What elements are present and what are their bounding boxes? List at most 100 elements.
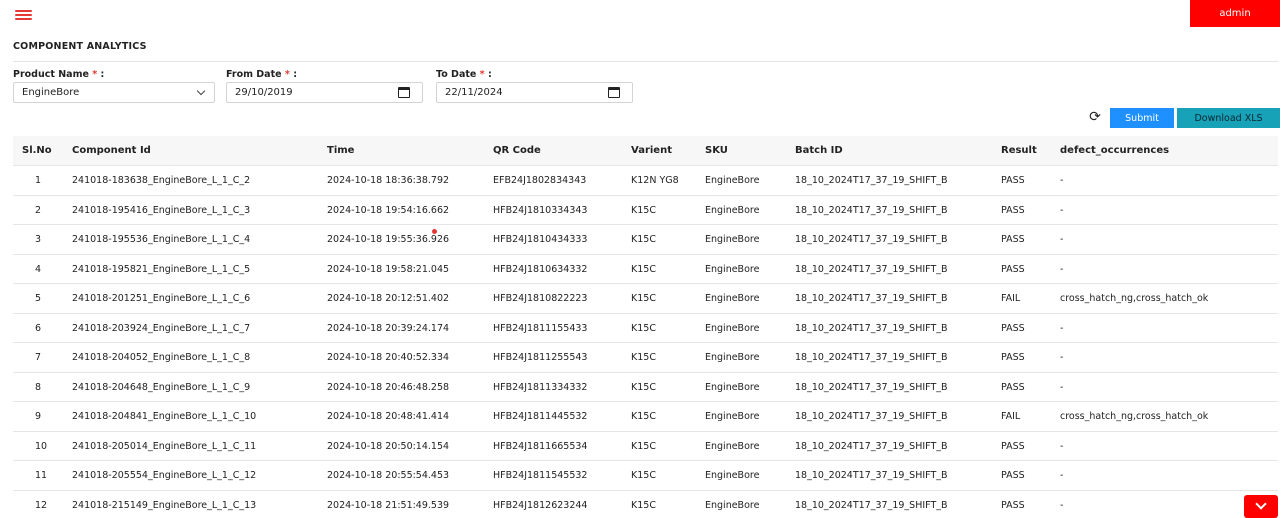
column-header-qr-code[interactable]: QR Code <box>493 136 541 166</box>
to-date-value: 22/11/2024 <box>445 87 503 98</box>
cell-time: 2024-10-18 20:46:48.258 <box>327 381 450 393</box>
cell-qr-code: HFB24J1810822223 <box>493 293 588 304</box>
column-header-defect-occurrences[interactable]: defect_occurrences <box>1060 136 1169 166</box>
cell-time: 2024-10-18 20:55:54.453 <box>327 470 450 481</box>
product-name-value: EngineBore <box>22 87 80 98</box>
from-date-input[interactable]: 29/10/2019 <box>226 82 423 103</box>
cell-sku: EngineBore <box>705 470 760 481</box>
table-row[interactable]: 12 241018-215149_EngineBore_L_1_C_13 2024-… <box>13 491 1278 518</box>
refresh-icon[interactable]: ⟳ <box>1087 109 1103 125</box>
calendar-icon[interactable] <box>608 87 620 98</box>
download-xls-button[interactable]: Download XLS <box>1177 108 1280 128</box>
scroll-down-button[interactable] <box>1244 495 1278 518</box>
product-name-select[interactable]: EngineBore <box>13 82 215 103</box>
cell-defect-occurrences: - <box>1060 175 1064 186</box>
cell-time: 2024-10-18 19:54:16.662 <box>327 204 450 216</box>
from-date-label-text: From Date <box>226 69 282 80</box>
cell-defect-occurrences: - <box>1060 440 1064 452</box>
cell-varient: K15C <box>631 322 656 334</box>
cell-time: 2024-10-18 19:55:36.926 <box>327 234 450 245</box>
cell-qr-code: HFB24J1811155433 <box>493 322 588 334</box>
cell-sku: EngineBore <box>705 234 760 245</box>
cell-varient: K15C <box>631 440 656 452</box>
cell-qr-code: HFB24J1810434333 <box>493 234 588 245</box>
cell-slno: 7 <box>35 352 42 363</box>
column-header-time[interactable]: Time <box>327 136 354 166</box>
cell-result: PASS <box>1001 352 1025 363</box>
cell-batch-id: 18_10_2024T17_37_19_SHIFT_B <box>795 440 948 452</box>
cell-defect-occurrences: - <box>1060 381 1064 393</box>
cell-result: PASS <box>1001 175 1025 186</box>
cell-batch-id: 18_10_2024T17_37_19_SHIFT_B <box>795 175 948 186</box>
table-row[interactable]: 5 241018-201251_EngineBore_L_1_C_6 2024-10… <box>13 284 1278 314</box>
cell-varient: K15C <box>631 263 656 275</box>
table-header: Sl.No Component Id Time QR Code Varient … <box>13 136 1278 166</box>
page-title: COMPONENT ANALYTICS <box>13 41 147 52</box>
column-header-sku[interactable]: SKU <box>705 136 728 166</box>
label-colon: : <box>487 69 492 80</box>
cell-sku: EngineBore <box>705 352 760 363</box>
cell-time: 2024-10-18 21:51:49.539 <box>327 499 450 511</box>
table-row[interactable]: 2 241018-195416_EngineBore_L_1_C_3 2024-10… <box>13 196 1278 225</box>
cell-batch-id: 18_10_2024T17_37_19_SHIFT_B <box>795 381 948 393</box>
cell-varient: K15C <box>631 204 656 216</box>
cell-defect-occurrences: - <box>1060 204 1064 216</box>
cell-slno: 6 <box>35 322 42 334</box>
cell-result: FAIL <box>1001 293 1021 304</box>
cell-defect-occurrences: - <box>1060 352 1064 363</box>
cell-time: 2024-10-18 19:58:21.045 <box>327 263 450 275</box>
cell-varient: K15C <box>631 470 656 481</box>
column-header-slno[interactable]: Sl.No <box>22 136 52 166</box>
cell-batch-id: 18_10_2024T17_37_19_SHIFT_B <box>795 470 948 481</box>
required-marker: * <box>284 69 290 80</box>
user-menu-button[interactable]: admin <box>1190 0 1280 27</box>
product-name-label: Product Name * : <box>13 69 104 80</box>
column-header-varient[interactable]: Varient <box>631 136 672 166</box>
hamburger-menu-icon[interactable] <box>12 6 36 22</box>
cell-batch-id: 18_10_2024T17_37_19_SHIFT_B <box>795 234 948 245</box>
cell-component-id: 241018-205554_EngineBore_L_1_C_12 <box>72 470 257 481</box>
table-row[interactable]: 11 241018-205554_EngineBore_L_1_C_12 2024-… <box>13 461 1278 491</box>
cell-sku: EngineBore <box>705 411 760 422</box>
cell-qr-code: HFB24J1811445532 <box>493 411 588 422</box>
table-row[interactable]: 9 241018-204841_EngineBore_L_1_C_10 2024-1… <box>13 402 1278 432</box>
cell-batch-id: 18_10_2024T17_37_19_SHIFT_B <box>795 411 948 422</box>
calendar-icon[interactable] <box>398 87 410 98</box>
table-row[interactable]: 10 241018-205014_EngineBore_L_1_C_11 2024-… <box>13 432 1278 461</box>
table-row[interactable]: 8 241018-204648_EngineBore_L_1_C_9 2024-10… <box>13 373 1278 402</box>
cell-time: 2024-10-18 18:36:38.792 <box>327 175 450 186</box>
cell-component-id: 241018-204648_EngineBore_L_1_C_9 <box>72 381 251 393</box>
submit-button[interactable]: Submit <box>1110 108 1174 128</box>
to-date-input[interactable]: 22/11/2024 <box>436 82 633 103</box>
table-row[interactable]: 1 241018-183638_EngineBore_L_1_C_2 2024-10… <box>13 166 1278 196</box>
cell-sku: EngineBore <box>705 293 760 304</box>
cell-component-id: 241018-183638_EngineBore_L_1_C_2 <box>72 175 251 186</box>
cell-batch-id: 18_10_2024T17_37_19_SHIFT_B <box>795 293 948 304</box>
table-row[interactable]: 3 241018-195536_EngineBore_L_1_C_4 2024-10… <box>13 225 1278 255</box>
table-row[interactable]: 6 241018-203924_EngineBore_L_1_C_7 2024-10… <box>13 314 1278 343</box>
cell-defect-occurrences: - <box>1060 322 1064 334</box>
cell-defect-occurrences: - <box>1060 499 1064 511</box>
label-colon: : <box>293 69 297 80</box>
cell-varient: K15C <box>631 411 656 422</box>
cell-sku: EngineBore <box>705 322 760 334</box>
cell-slno: 5 <box>35 293 42 304</box>
column-header-component-id[interactable]: Component Id <box>72 136 151 166</box>
cell-varient: K15C <box>631 499 656 511</box>
cell-qr-code: HFB24J1811545532 <box>493 470 588 481</box>
cell-time: 2024-10-18 20:48:41.414 <box>327 411 450 422</box>
cell-component-id: 241018-205014_EngineBore_L_1_C_11 <box>72 440 257 452</box>
cell-sku: EngineBore <box>705 263 760 275</box>
cell-time: 2024-10-18 20:12:51.402 <box>327 293 450 304</box>
top-bar: admin <box>0 0 1285 27</box>
column-header-batch-id[interactable]: Batch ID <box>795 136 843 166</box>
table-row[interactable]: 4 241018-195821_EngineBore_L_1_C_5 2024-10… <box>13 255 1278 284</box>
table-row[interactable]: 7 241018-204052_EngineBore_L_1_C_8 2024-10… <box>13 343 1278 373</box>
column-header-result[interactable]: Result <box>1001 136 1037 166</box>
cell-sku: EngineBore <box>705 499 760 511</box>
cell-component-id: 241018-204052_EngineBore_L_1_C_8 <box>72 352 251 363</box>
to-date-label: To Date * : <box>436 69 492 80</box>
cell-component-id: 241018-215149_EngineBore_L_1_C_13 <box>72 499 257 511</box>
cell-slno: 12 <box>35 499 48 511</box>
cell-qr-code: HFB24J1811665534 <box>493 440 588 452</box>
